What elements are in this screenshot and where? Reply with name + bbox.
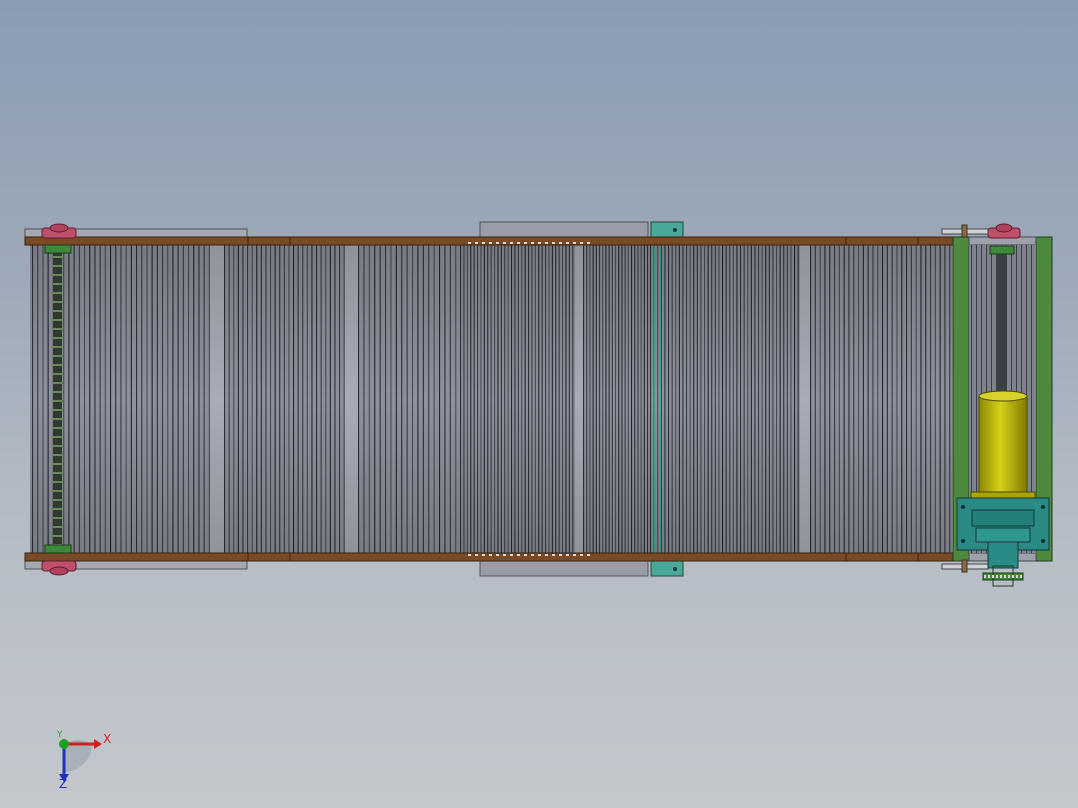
bottom-tension-bolt — [941, 559, 989, 573]
left-top-bearing — [41, 223, 77, 239]
middle-top-side-guide — [479, 221, 649, 239]
top-tension-bolt — [941, 224, 989, 238]
z-axis-label: Z — [59, 777, 68, 791]
y-axis-label: Y — [57, 730, 63, 740]
drive-motor — [970, 390, 1036, 501]
left-top-sprocket — [44, 244, 72, 254]
bottom-bracket — [650, 560, 684, 577]
left-bottom-sprocket — [44, 544, 72, 554]
y-axis-dot — [59, 739, 69, 749]
middle-bottom-side-guide — [479, 559, 649, 577]
output-sprocket — [982, 565, 1024, 587]
x-axis-label: X — [103, 732, 112, 746]
top-bracket — [650, 221, 684, 238]
conveyor-model-top-view[interactable] — [0, 0, 1078, 808]
right-top-sprocket — [989, 245, 1015, 255]
cad-viewport[interactable]: X Y Z — [0, 0, 1078, 808]
right-top-bearing — [987, 223, 1021, 239]
coordinate-triad — [59, 739, 102, 782]
left-bottom-bearing — [41, 560, 77, 576]
